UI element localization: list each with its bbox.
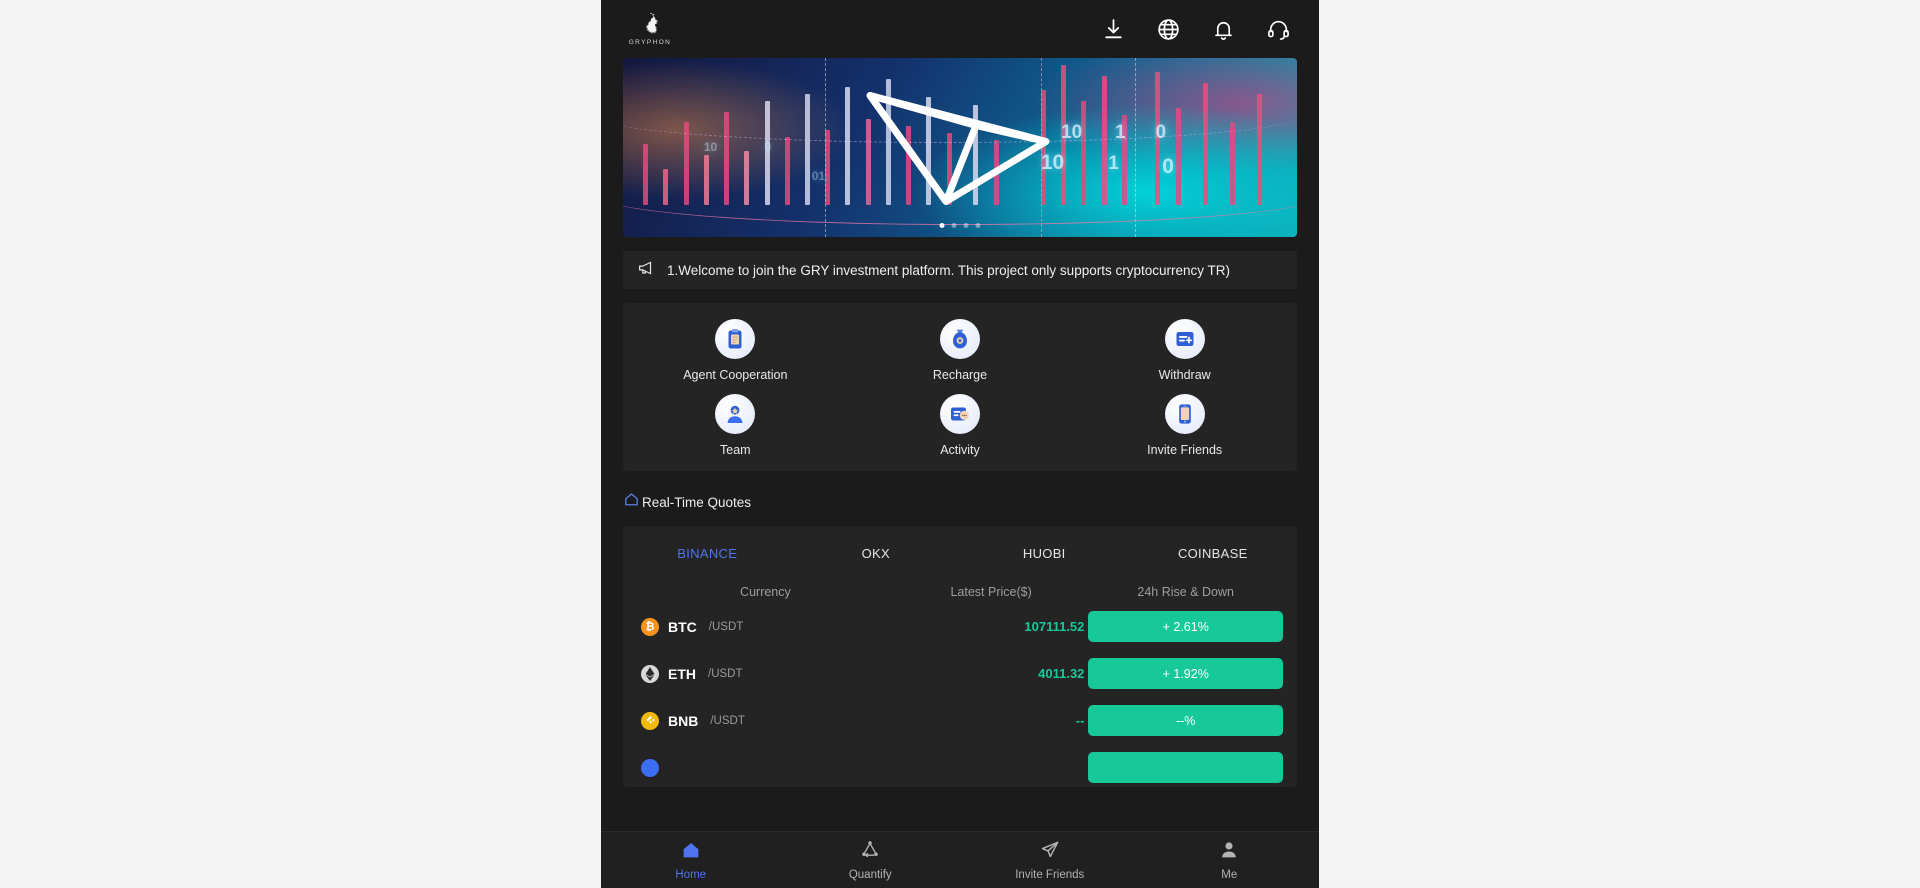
currency-cell: ₿ BTC /USDT: [637, 617, 894, 636]
gryphon-logo[interactable]: GRYPHON: [623, 12, 677, 46]
coin-symbol: BTC: [668, 618, 697, 635]
banner-digit: 0: [1155, 122, 1167, 144]
bnb-coin-icon: [641, 711, 659, 730]
coin-change-badge[interactable]: + 2.61%: [1088, 611, 1283, 642]
tab-label: Invite Friends: [1015, 869, 1085, 881]
coin-price: --: [1075, 713, 1085, 728]
coin-symbol: BNB: [668, 712, 699, 729]
exchange-tab-huobi[interactable]: HUOBI: [960, 540, 1129, 567]
table-row[interactable]: ₿ BTC /USDT 107111.52 + 2.61%: [623, 603, 1297, 650]
coin-change-badge[interactable]: + 1.92%: [1088, 658, 1283, 689]
brand-wordmark: GRYPHON: [628, 39, 672, 46]
quick-action-recharge[interactable]: Recharge: [848, 319, 1073, 382]
section-title: Real-Time Quotes: [642, 494, 752, 510]
currency-cell: [637, 758, 894, 777]
download-icon[interactable]: [1101, 17, 1126, 42]
gryphon-logo-icon: [636, 12, 664, 38]
currency-cell: BNB /USDT: [637, 711, 894, 730]
exchange-tab-binance[interactable]: BINANCE: [623, 540, 792, 567]
coin-change-badge[interactable]: [1088, 752, 1283, 783]
quick-action-agent-cooperation[interactable]: Agent Cooperation: [623, 319, 848, 382]
tab-label: Home: [675, 869, 707, 881]
coin-pair: /USDT: [708, 620, 744, 633]
coin-change-badge[interactable]: --%: [1088, 705, 1283, 736]
coin-price: 107111.52: [1024, 619, 1085, 634]
banner-digit: 1: [1115, 122, 1126, 144]
team-person-icon: [715, 394, 756, 434]
coin-pair: /USDT: [708, 667, 743, 680]
home-icon: [680, 839, 702, 866]
coin-icon: [641, 758, 659, 777]
column-header-currency: Currency: [740, 585, 791, 599]
quick-action-invite-friends[interactable]: Invite Friends: [1072, 394, 1297, 457]
carousel-dot[interactable]: [939, 223, 945, 228]
money-bag-icon: [939, 319, 980, 359]
quick-action-label: Withdraw: [1158, 368, 1211, 382]
tab-label: Quantify: [848, 869, 892, 881]
tab-label: Me: [1221, 869, 1238, 881]
announcement-text: 1.Welcome to join the GRY investment pla…: [667, 262, 1230, 278]
tab-invite-friends[interactable]: Invite Friends: [960, 839, 1140, 881]
header-icon-group: [1101, 17, 1291, 42]
exchange-tab-okx[interactable]: OKX: [792, 540, 961, 567]
carousel-dot[interactable]: [951, 223, 957, 228]
quick-action-withdraw[interactable]: Withdraw: [1072, 319, 1297, 382]
app-header: GRYPHON: [601, 0, 1319, 58]
table-row[interactable]: BNB /USDT -- --%: [623, 697, 1297, 744]
coin-price: 4011.32: [1038, 666, 1085, 681]
btc-coin-icon: ₿: [641, 617, 659, 636]
activity-chat-icon: [939, 394, 980, 434]
globe-icon[interactable]: [1156, 17, 1181, 42]
tab-quantify[interactable]: Quantify: [781, 839, 961, 881]
banner-digit: 10: [703, 140, 718, 155]
banner-carousel-wrap: 10 1 0 10 1 0 10 0 01: [601, 58, 1319, 237]
carousel-dots: [939, 223, 981, 228]
coin-pair: /USDT: [710, 714, 745, 727]
tab-me[interactable]: Me: [1140, 839, 1320, 881]
carousel-dot[interactable]: [963, 223, 969, 228]
table-row[interactable]: ETH /USDT 4011.32 + 1.92%: [623, 650, 1297, 697]
quick-action-label: Agent Cooperation: [683, 368, 788, 382]
eth-coin-icon: [641, 664, 659, 683]
banner-carousel[interactable]: 10 1 0 10 1 0 10 0 01: [623, 58, 1297, 237]
exchange-tab-coinbase[interactable]: COINBASE: [1129, 540, 1298, 567]
paper-plane-icon: [1039, 839, 1061, 866]
quotes-card: BINANCE OKX HUOBI COINBASE Currency Late…: [623, 526, 1297, 787]
banner-digit: 0: [764, 140, 772, 155]
banner-digit: 1: [1108, 152, 1119, 174]
banner-digit: 0: [1162, 154, 1174, 178]
coin-symbol: ETH: [668, 665, 696, 682]
tron-logo-icon: [850, 79, 1070, 216]
withdraw-card-icon: [1164, 319, 1205, 359]
headset-icon[interactable]: [1266, 17, 1291, 42]
clipboard-icon: [715, 319, 756, 359]
exchange-tabs: BINANCE OKX HUOBI COINBASE: [623, 526, 1297, 573]
column-header-change: 24h Rise & Down: [1137, 585, 1234, 599]
tab-home[interactable]: Home: [601, 839, 781, 881]
home-icon: [623, 491, 640, 513]
quick-action-activity[interactable]: Activity: [848, 394, 1073, 457]
quick-action-label: Team: [720, 443, 751, 457]
quick-action-team[interactable]: Team: [623, 394, 848, 457]
bottom-tabbar: Home Quantify Invite Friends Me: [601, 831, 1319, 888]
quick-action-label: Invite Friends: [1147, 443, 1223, 457]
real-time-quotes-heading: Real-Time Quotes: [623, 491, 1319, 513]
quick-action-label: Recharge: [932, 368, 988, 382]
quick-actions-grid: Agent Cooperation Recharge Withdraw Team…: [623, 303, 1297, 471]
table-row[interactable]: [623, 744, 1297, 783]
column-header-price: Latest Price($): [950, 585, 1032, 599]
invite-phone-icon: [1164, 394, 1205, 434]
quotes-column-headers: Currency Latest Price($) 24h Rise & Down: [623, 573, 1297, 603]
mobile-viewport: GRYPHON 10 1 0 10 1 0 10 0 01 1.Welcome …: [601, 0, 1319, 888]
currency-cell: ETH /USDT: [637, 664, 894, 683]
quick-action-label: Activity: [940, 443, 980, 457]
network-nodes-icon: [859, 839, 881, 866]
person-icon: [1218, 839, 1240, 866]
carousel-dot[interactable]: [975, 223, 981, 228]
megaphone-icon: [637, 259, 655, 282]
announcement-bar[interactable]: 1.Welcome to join the GRY investment pla…: [623, 251, 1297, 289]
banner-digit: 01: [811, 168, 826, 183]
bell-icon[interactable]: [1211, 17, 1236, 42]
